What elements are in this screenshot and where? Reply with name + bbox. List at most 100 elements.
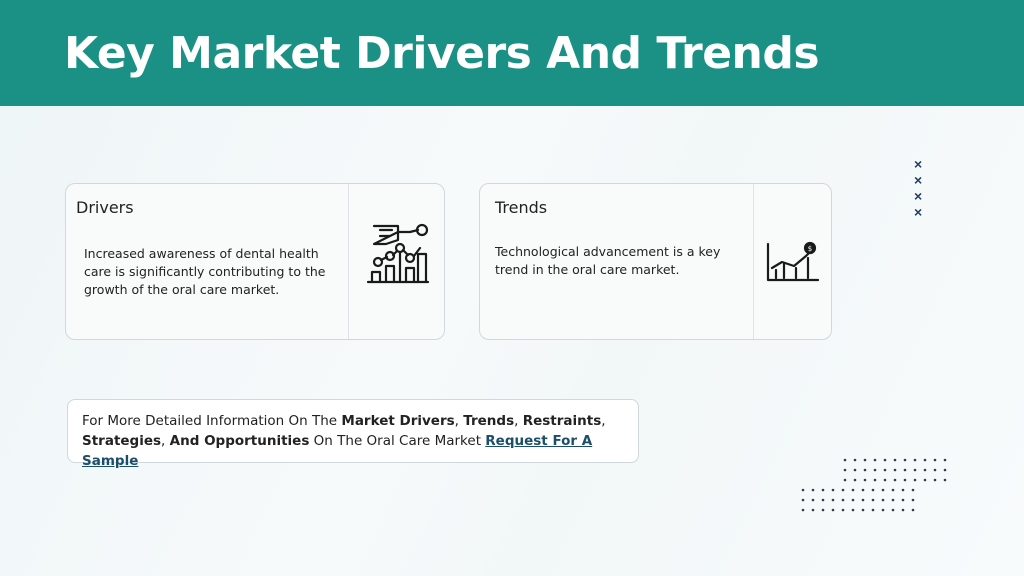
- decor-dot: [853, 458, 857, 462]
- decor-dot: [851, 498, 855, 502]
- info-bold-strategies: Strategies: [82, 433, 162, 449]
- more-info-box: For More Detailed Information On The Mar…: [67, 399, 639, 469]
- decor-dot: [943, 458, 947, 462]
- decor-dot: [861, 488, 865, 492]
- card-divider: [753, 184, 754, 339]
- decor-dot: [883, 478, 887, 482]
- decor-dot: [863, 458, 867, 462]
- x-mark-icon: ×: [914, 188, 923, 204]
- decor-dot: [893, 468, 897, 472]
- decor-dot: [851, 488, 855, 492]
- decor-dot: [911, 498, 915, 502]
- info-text-tail: On The Oral Care Market: [309, 433, 486, 449]
- decorative-x-marks: × × × ×: [914, 156, 922, 220]
- info-separator: ,: [161, 433, 170, 449]
- decor-dot: [843, 468, 847, 472]
- decor-dot: [873, 458, 877, 462]
- decor-dot: [891, 508, 895, 512]
- decor-dot: [883, 468, 887, 472]
- decor-dot: [873, 478, 877, 482]
- header-banner: Key Market Drivers And Trends: [0, 0, 1024, 106]
- drivers-heading: Drivers: [76, 198, 134, 217]
- decor-dot: [933, 468, 937, 472]
- decor-dot: [901, 508, 905, 512]
- page-title: Key Market Drivers And Trends: [64, 28, 820, 79]
- decor-dot: [923, 468, 927, 472]
- decor-dot: [843, 458, 847, 462]
- decor-dot: [841, 508, 845, 512]
- card-divider: [348, 184, 349, 339]
- decor-dot: [861, 508, 865, 512]
- info-bold-opportunities: And Opportunities: [169, 433, 310, 449]
- decor-dot: [901, 488, 905, 492]
- decor-dot: [831, 498, 835, 502]
- x-mark-icon: ×: [914, 156, 923, 172]
- decor-dot: [821, 508, 825, 512]
- info-separator: ,: [601, 413, 606, 429]
- decor-dot: [863, 478, 867, 482]
- decor-dot: [863, 468, 867, 472]
- x-mark-icon: ×: [914, 204, 923, 220]
- decor-dot: [903, 478, 907, 482]
- decor-dot: [853, 468, 857, 472]
- decor-dot: [913, 458, 917, 462]
- decor-dot: [903, 458, 907, 462]
- info-text: For More Detailed Information On The: [82, 413, 342, 429]
- decor-dot: [933, 478, 937, 482]
- decor-dot: [923, 478, 927, 482]
- decor-dot: [843, 478, 847, 482]
- info-bold-trends: Trends: [463, 413, 515, 429]
- decor-dot: [933, 458, 937, 462]
- info-separator: ,: [514, 413, 523, 429]
- decor-dot: [801, 508, 805, 512]
- x-mark-icon: ×: [914, 172, 923, 188]
- decor-dot: [811, 508, 815, 512]
- info-bold-restraints: Restraints: [522, 413, 602, 429]
- decor-dot: [871, 498, 875, 502]
- decor-dot: [881, 488, 885, 492]
- decor-dot: [923, 458, 927, 462]
- decor-dot: [943, 478, 947, 482]
- decor-dot: [873, 468, 877, 472]
- decor-dot: [943, 468, 947, 472]
- growth-chart-hand-icon: [366, 223, 430, 284]
- decor-dot: [913, 478, 917, 482]
- decor-dot: [881, 508, 885, 512]
- decor-dot: [861, 498, 865, 502]
- decor-dot: [881, 498, 885, 502]
- decor-dot: [871, 488, 875, 492]
- decor-dot: [811, 488, 815, 492]
- decor-dot: [911, 508, 915, 512]
- decorative-dot-grid: [801, 458, 947, 512]
- decor-dot: [851, 508, 855, 512]
- decor-dot: [901, 498, 905, 502]
- trends-card: Trends Technological advancement is a ke…: [479, 183, 832, 340]
- decor-dot: [891, 498, 895, 502]
- decor-dot: [913, 468, 917, 472]
- dollar-chart-icon: $: [766, 241, 820, 282]
- drivers-text: Increased awareness of dental health car…: [84, 246, 326, 297]
- decor-dot: [893, 478, 897, 482]
- info-separator: ,: [454, 413, 464, 429]
- decor-dot: [801, 488, 805, 492]
- decor-dot: [853, 478, 857, 482]
- trends-text: Technological advancement is a key trend…: [495, 244, 721, 277]
- drivers-card: Drivers Increased awareness of dental he…: [65, 183, 445, 340]
- info-bold-drivers: Market Drivers: [341, 413, 455, 429]
- decor-dot: [841, 488, 845, 492]
- trends-heading: Trends: [495, 198, 548, 217]
- svg-text:$: $: [808, 245, 812, 253]
- decor-dot: [821, 488, 825, 492]
- decor-dot: [893, 458, 897, 462]
- decor-dot: [821, 498, 825, 502]
- decor-dot: [831, 508, 835, 512]
- decor-dot: [801, 498, 805, 502]
- decor-dot: [903, 468, 907, 472]
- decor-dot: [883, 458, 887, 462]
- decor-dot: [911, 488, 915, 492]
- decor-dot: [891, 488, 895, 492]
- decor-dot: [841, 498, 845, 502]
- decor-dot: [871, 508, 875, 512]
- decor-dot: [831, 488, 835, 492]
- decor-dot: [811, 498, 815, 502]
